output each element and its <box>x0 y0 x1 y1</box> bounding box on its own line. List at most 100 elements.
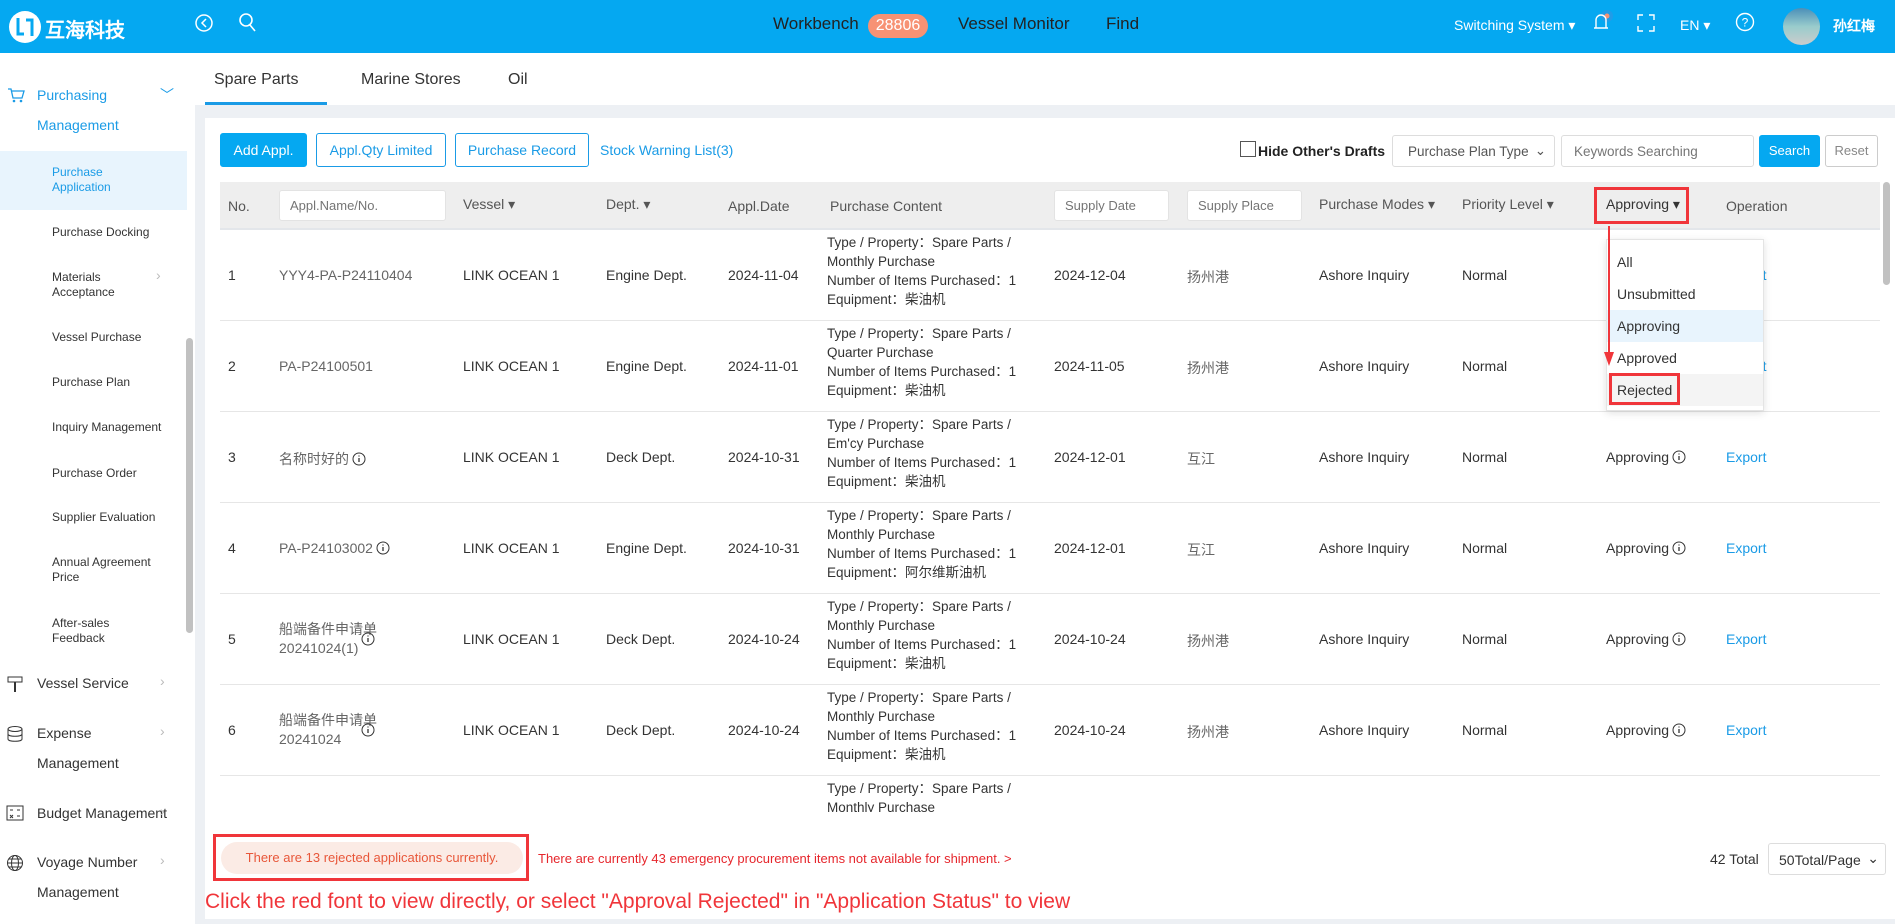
search-icon[interactable] <box>238 12 258 34</box>
name-info[interactable] <box>358 722 375 738</box>
chevron-down-icon: ﹀ <box>160 87 174 103</box>
cell-appl-date: 2024-10-31 <box>728 540 800 556</box>
emergency-items-notice[interactable]: There are currently 43 emergency procure… <box>538 851 1012 866</box>
supply-date-filter-input[interactable] <box>1054 190 1169 221</box>
sidebar-item-purchasing[interactable]: Purchasing <box>37 87 107 103</box>
cell-purchase-mode: Ashore Inquiry <box>1319 449 1410 465</box>
cell-no: 2 <box>228 358 236 374</box>
nav-workbench[interactable]: Workbench <box>773 14 859 34</box>
nav-vessel-monitor[interactable]: Vessel Monitor <box>958 14 1070 34</box>
bottom-gap <box>195 919 1895 924</box>
purchase-record-button[interactable]: Purchase Record <box>455 133 589 167</box>
cell-priority: Normal <box>1462 267 1508 283</box>
cell-no: 6 <box>228 722 236 738</box>
logo-icon <box>9 11 41 43</box>
status-option-approved[interactable]: Approved <box>1607 342 1763 374</box>
table-row: 3 名称时好的 LINK OCEAN 1 Deck Dept. 2024-10-… <box>220 412 1880 503</box>
search-button[interactable]: Search <box>1759 135 1820 167</box>
priority-level-filter[interactable]: Priority Level ▾ <box>1462 196 1554 213</box>
cell-vessel: LINK OCEAN 1 <box>463 267 560 283</box>
export-link[interactable]: Export <box>1726 722 1766 738</box>
cell-dept: Engine Dept. <box>606 267 687 283</box>
cart-icon <box>8 88 25 103</box>
bell-icon[interactable] <box>1590 8 1616 34</box>
keywords-search-input[interactable] <box>1561 135 1754 167</box>
highlight-box-rejected <box>1609 373 1680 405</box>
header-priority-level: Priority Level <box>1462 196 1543 212</box>
cell-appl-name[interactable]: 名称时好的 <box>279 449 366 469</box>
user-name[interactable]: 孙红梅 <box>1833 16 1875 36</box>
info-icon[interactable] <box>1672 450 1686 464</box>
chevron-down-icon: ⌄ <box>1867 850 1879 866</box>
cell-appl-name[interactable]: PA-P24103002 <box>279 540 390 556</box>
cell-status: Approving <box>1606 722 1686 738</box>
cell-appl-name[interactable]: 船端备件申请单20241024(1) <box>279 620 409 658</box>
tab-marine-stores[interactable]: Marine Stores <box>361 71 461 89</box>
name-info[interactable] <box>358 631 375 647</box>
language-dropdown[interactable]: EN ▾ <box>1680 17 1710 34</box>
info-icon[interactable] <box>1672 723 1686 737</box>
cell-supply-date: 2024-10-24 <box>1054 722 1126 738</box>
cell-supply-date: 2024-12-04 <box>1054 267 1126 283</box>
table-scrollbar[interactable] <box>1883 182 1890 285</box>
info-icon[interactable] <box>352 452 366 466</box>
cell-appl-name[interactable]: PA-P24100501 <box>279 358 373 374</box>
purchase-modes-filter[interactable]: Purchase Modes ▾ <box>1319 196 1435 213</box>
cell-purchase-mode: Ashore Inquiry <box>1319 267 1410 283</box>
status-option-approving[interactable]: Approving <box>1607 310 1763 342</box>
cell-appl-name[interactable]: YYY4-PA-P24110404 <box>279 267 412 283</box>
export-link[interactable]: Export <box>1726 631 1766 647</box>
appl-name-text: PA-P24103002 <box>279 540 373 556</box>
status-option-unsubmitted[interactable]: Unsubmitted <box>1607 278 1763 310</box>
add-application-button[interactable]: Add Appl. <box>220 133 307 167</box>
export-link[interactable]: Export <box>1726 449 1766 465</box>
sidebar-item-purchase-application[interactable]: Purchase Application <box>52 165 132 195</box>
content-equipment: Equipment：阿尔维斯油机 <box>827 565 987 580</box>
cell-no: 5 <box>228 631 236 647</box>
reset-button[interactable]: Reset <box>1825 135 1878 167</box>
avatar[interactable] <box>1783 8 1820 45</box>
cell-no: 4 <box>228 540 236 556</box>
fullscreen-icon[interactable] <box>1637 14 1655 32</box>
info-icon[interactable] <box>1672 541 1686 555</box>
page-size-select[interactable]: 50Total/Page ⌄ <box>1768 843 1886 875</box>
tab-oil[interactable]: Oil <box>508 71 528 89</box>
cell-appl-date: 2024-10-24 <box>728 722 800 738</box>
nav-find[interactable]: Find <box>1106 14 1139 34</box>
logo-text: 互海科技 <box>45 20 125 42</box>
chevron-right-icon: › <box>160 852 165 868</box>
cell-priority: Normal <box>1462 722 1508 738</box>
back-icon[interactable] <box>194 13 214 33</box>
content-equipment: Equipment：柴油机 <box>827 292 946 307</box>
info-icon[interactable] <box>361 632 375 646</box>
appl-name-filter-input[interactable] <box>279 190 446 221</box>
cell-no: 1 <box>228 267 236 283</box>
help-icon[interactable]: ? <box>1735 12 1755 32</box>
status-option-all[interactable]: All <box>1607 246 1763 278</box>
cell-dept: Deck Dept. <box>606 631 676 647</box>
cell-appl-name[interactable]: 船端备件申请单20241024 <box>279 711 409 749</box>
svg-text:?: ? <box>1742 16 1749 30</box>
purchase-plan-type-select[interactable]: Purchase Plan Type ⌄ <box>1392 135 1555 167</box>
sidebar-item-voyage-number[interactable]: Voyage Number <box>37 854 137 870</box>
tab-spare-parts[interactable]: Spare Parts <box>214 71 298 89</box>
content-equipment: Equipment：柴油机 <box>827 656 946 671</box>
content-type: Type / Property：Spare Parts / Monthly Pu… <box>827 781 1011 812</box>
supply-place-filter-input[interactable] <box>1187 190 1302 221</box>
info-icon[interactable] <box>376 541 390 555</box>
content-items: Number of Items Purchased：1 <box>827 364 1017 379</box>
info-icon[interactable] <box>361 723 375 737</box>
stock-warning-link[interactable]: Stock Warning List(3) <box>600 142 733 158</box>
export-link[interactable]: Export <box>1726 540 1766 556</box>
cell-vessel: LINK OCEAN 1 <box>463 540 560 556</box>
appl-name-text: 名称时好的 <box>279 451 349 467</box>
dept-filter[interactable]: Dept. ▾ <box>606 196 650 213</box>
vessel-filter[interactable]: Vessel ▾ <box>463 196 515 213</box>
appl-qty-limited-button[interactable]: Appl.Qty Limited <box>316 133 446 167</box>
switching-system-dropdown[interactable]: Switching System ▾ <box>1454 17 1575 34</box>
cell-supply-place: 互江 <box>1187 451 1215 467</box>
hide-drafts-checkbox[interactable] <box>1240 141 1256 157</box>
content-type: Type / Property：Spare Parts / Monthly Pu… <box>827 690 1011 724</box>
info-icon[interactable] <box>1672 632 1686 646</box>
content-equipment: Equipment：柴油机 <box>827 474 946 489</box>
